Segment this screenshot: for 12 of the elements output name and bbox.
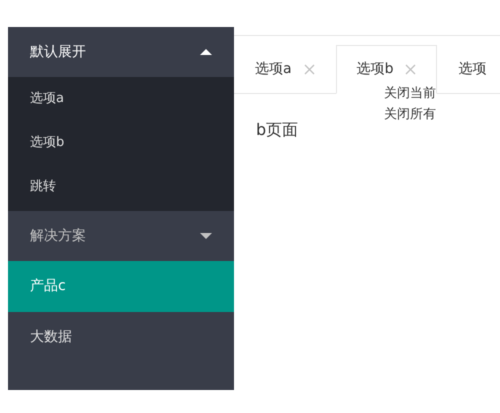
context-menu-item[interactable]: 关闭所有 <box>384 104 436 125</box>
menu-item[interactable]: 产品c <box>8 261 234 312</box>
page-text: b页面 <box>256 119 298 141</box>
tab[interactable]: 选项a <box>234 45 336 94</box>
close-icon[interactable] <box>405 64 416 75</box>
close-icon[interactable] <box>304 64 315 75</box>
caret-down-icon <box>200 233 212 239</box>
submenu-item[interactable]: 跳转 <box>8 165 234 209</box>
caret-up-icon <box>200 49 212 55</box>
submenu-item[interactable]: 选项b <box>8 121 234 165</box>
tab[interactable]: 选项 <box>437 45 500 94</box>
submenu-item[interactable]: 选项a <box>8 77 234 121</box>
